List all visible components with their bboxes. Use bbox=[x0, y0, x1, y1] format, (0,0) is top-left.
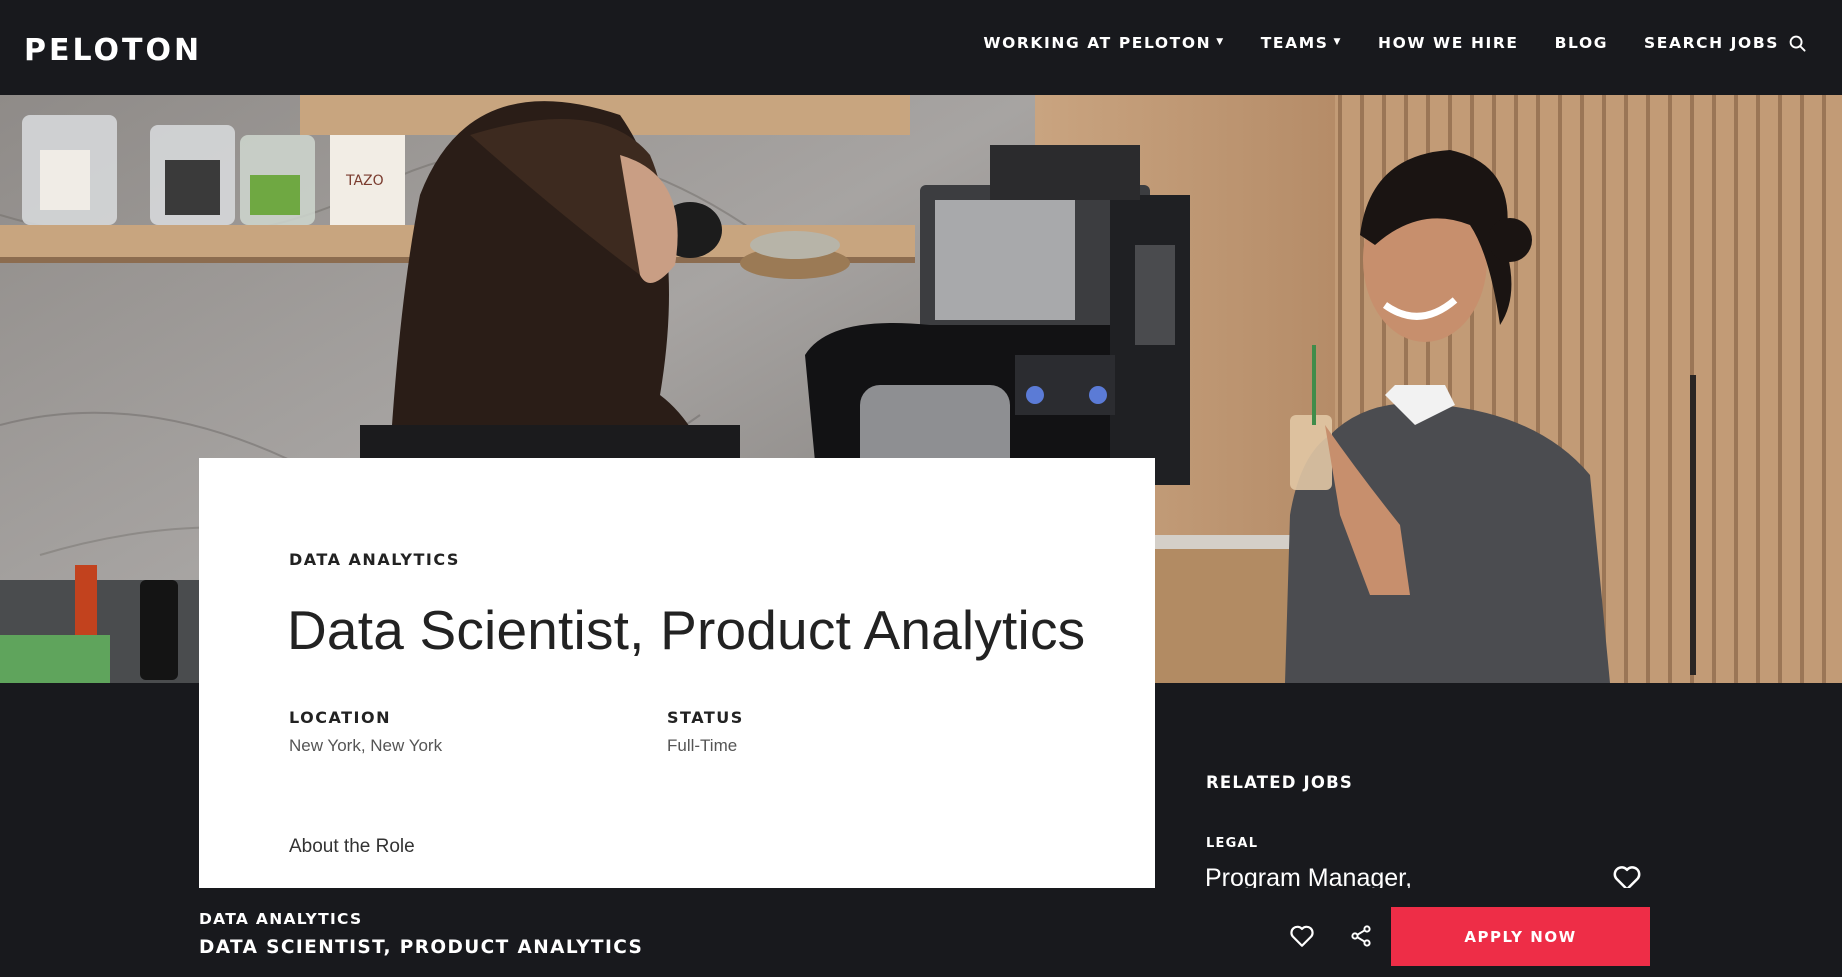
nav-search-jobs-label: SEARCH JOBS bbox=[1644, 34, 1779, 52]
search-icon bbox=[1789, 35, 1806, 52]
nav-working-at-peloton[interactable]: WORKING AT PELOTON ▼ bbox=[983, 34, 1224, 52]
caret-down-icon: ▼ bbox=[1333, 37, 1343, 47]
nav-working-at-peloton-label: WORKING AT PELOTON bbox=[983, 34, 1212, 52]
related-job-category: LEGAL bbox=[1206, 836, 1259, 851]
status-label: STATUS bbox=[667, 708, 744, 727]
location-label: LOCATION bbox=[289, 708, 391, 727]
nav-how-we-hire-label: HOW WE HIRE bbox=[1378, 34, 1519, 52]
top-navigation: PELOTON WORKING AT PELOTON ▼ TEAMS ▼ HOW… bbox=[0, 0, 1842, 95]
caret-down-icon: ▼ bbox=[1216, 37, 1225, 47]
nav-teams[interactable]: TEAMS ▼ bbox=[1261, 34, 1342, 52]
status-value: Full-Time bbox=[667, 736, 738, 755]
nav-how-we-hire[interactable]: HOW WE HIRE bbox=[1378, 34, 1519, 52]
job-title: Data Scientist, Product Analytics bbox=[287, 599, 1086, 661]
share-icon[interactable] bbox=[1349, 924, 1373, 948]
nav-links: WORKING AT PELOTON ▼ TEAMS ▼ HOW WE HIRE… bbox=[983, 34, 1806, 52]
about-the-role-heading: About the Role bbox=[289, 836, 415, 857]
svg-text:TAZO: TAZO bbox=[345, 173, 384, 189]
sticky-job-category: DATA ANALYTICS bbox=[199, 910, 363, 928]
job-header-card: DATA ANALYTICS Data Scientist, Product A… bbox=[199, 458, 1155, 888]
apply-now-button[interactable]: APPLY NOW bbox=[1391, 907, 1650, 966]
sticky-apply-bar: DATA ANALYTICS DATA SCIENTIST, PRODUCT A… bbox=[0, 888, 1842, 977]
peloton-logo[interactable]: PELOTON bbox=[24, 33, 202, 68]
related-jobs-heading: RELATED JOBS bbox=[1206, 773, 1353, 792]
nav-blog-label: BLOG bbox=[1554, 34, 1609, 52]
sticky-job-title: DATA SCIENTIST, PRODUCT ANALYTICS bbox=[199, 937, 644, 958]
job-category: DATA ANALYTICS bbox=[289, 550, 460, 569]
nav-blog[interactable]: BLOG bbox=[1555, 34, 1608, 52]
nav-teams-label: TEAMS bbox=[1260, 34, 1329, 52]
heart-icon[interactable] bbox=[1289, 924, 1315, 948]
location-value: New York, New York bbox=[289, 736, 443, 755]
nav-search-jobs[interactable]: SEARCH JOBS bbox=[1644, 34, 1806, 52]
